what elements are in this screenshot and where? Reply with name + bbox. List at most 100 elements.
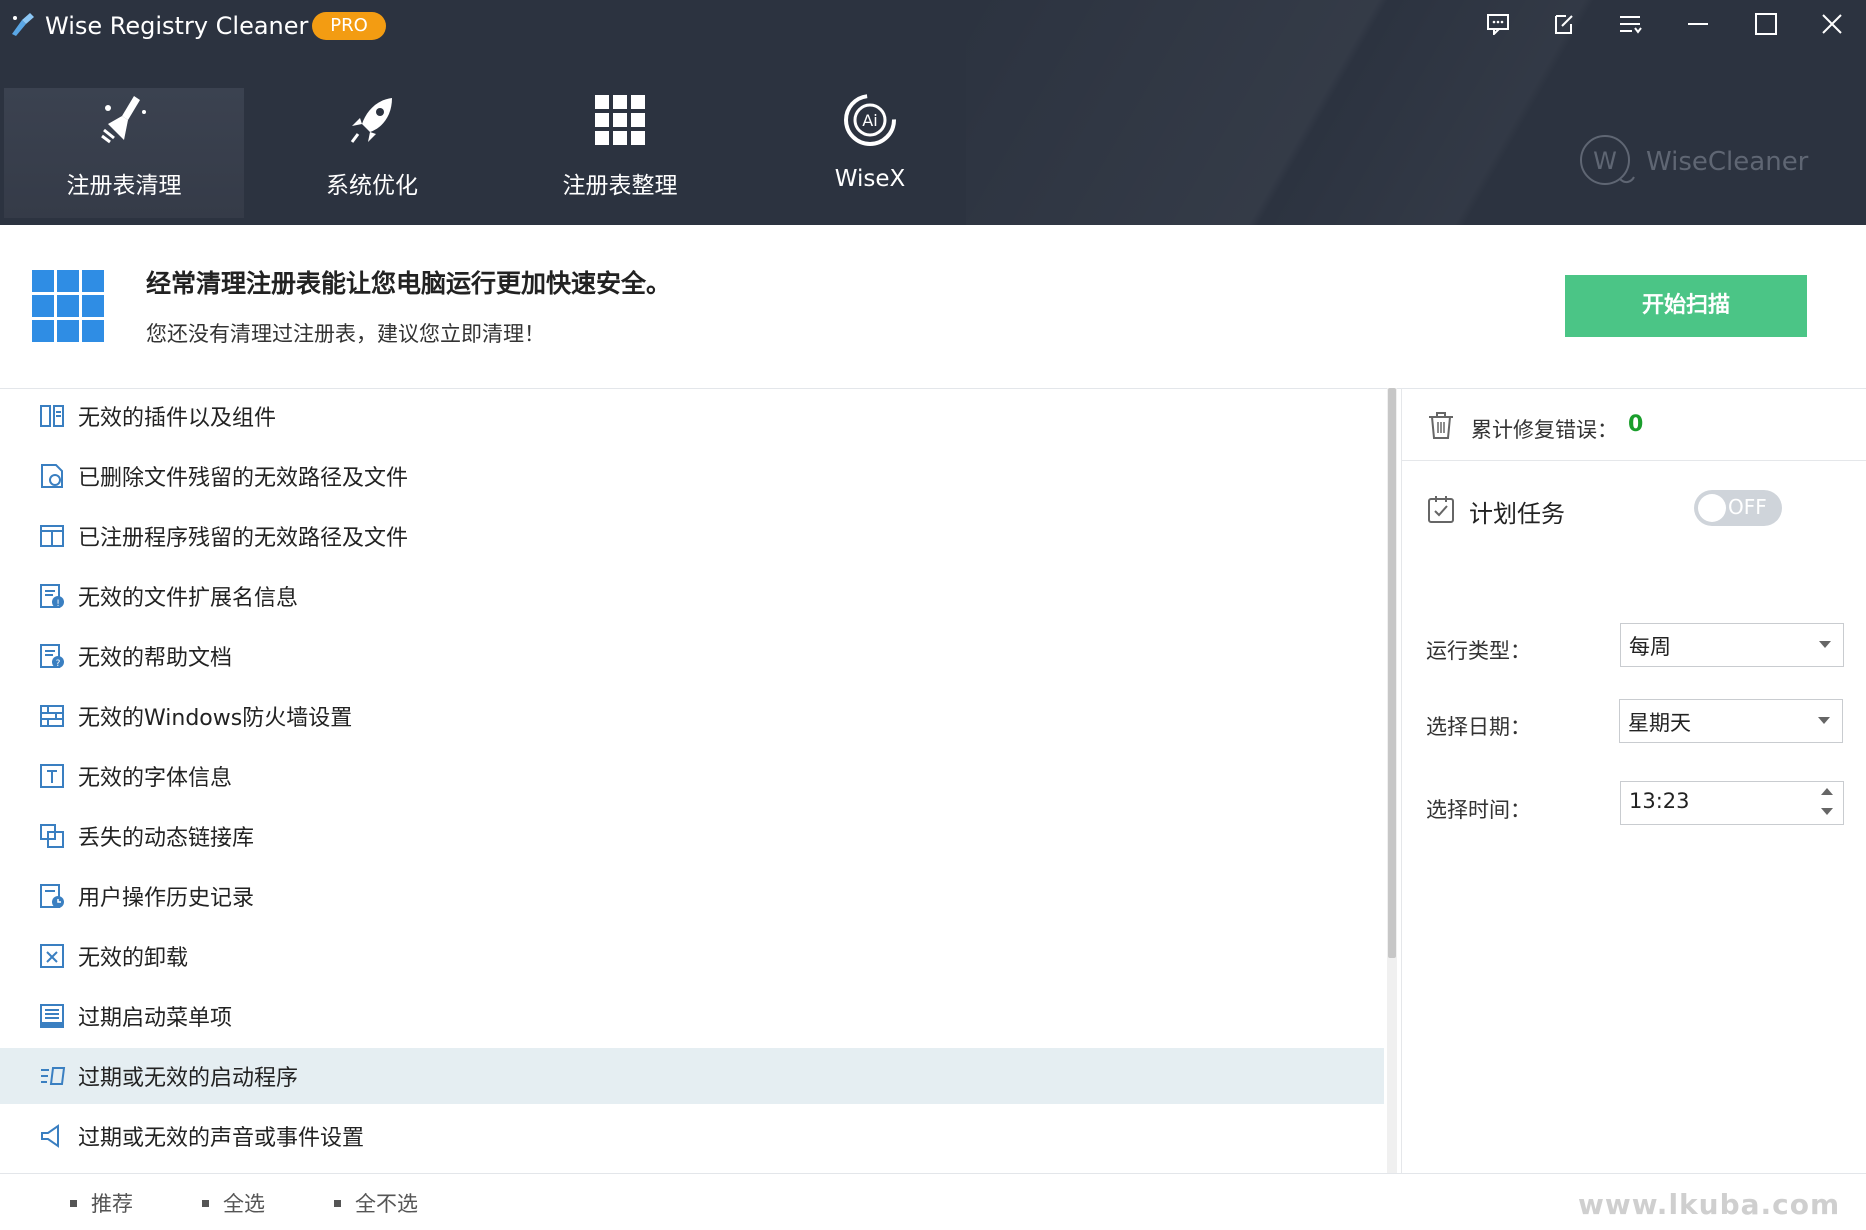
select-none-label: 全不选 <box>355 1192 418 1216</box>
list-item-label: 无效的帮助文档 <box>78 646 233 671</box>
grid-icon <box>595 95 645 145</box>
program-window-icon <box>40 525 64 547</box>
header-decoration <box>966 0 1866 225</box>
list-item[interactable]: 已删除文件残留的无效路径及文件 <box>0 448 1384 504</box>
stepper-down-icon[interactable] <box>1821 808 1833 815</box>
time-stepper[interactable]: 13:23 <box>1620 781 1844 825</box>
svg-text:Ai: Ai <box>862 111 877 130</box>
wisex-ai-icon: Ai <box>844 94 896 146</box>
select-none-link[interactable]: 全不选 <box>334 1188 418 1218</box>
plugin-icon <box>40 405 64 427</box>
svg-text:!: ! <box>56 599 60 609</box>
feedback-button[interactable] <box>1476 6 1520 42</box>
menu-button[interactable] <box>1608 6 1652 42</box>
minimize-icon <box>1688 23 1708 25</box>
schedule-toggle[interactable]: OFF <box>1694 490 1782 526</box>
select-all-label: 全选 <box>223 1192 265 1216</box>
sound-icon <box>41 1124 59 1148</box>
list-item[interactable]: 用户操作历史记录 <box>0 868 1384 924</box>
time-label: 选择时间： <box>1426 798 1531 822</box>
date-value: 星期天 <box>1628 711 1691 735</box>
tab-label: 注册表整理 <box>562 173 678 199</box>
tab-registry-cleaner[interactable]: 注册表清理 <box>4 88 244 218</box>
app-logo-icon <box>12 13 34 36</box>
scan-category-list: 无效的插件以及组件 已删除文件残留的无效路径及文件 已注册程序残留的无效路径及文… <box>0 388 1384 1172</box>
date-label: 选择日期： <box>1426 715 1531 739</box>
trash-icon <box>1429 412 1453 439</box>
chevron-down-icon <box>1819 641 1831 648</box>
close-button[interactable] <box>1810 6 1854 42</box>
rocket-icon <box>350 98 392 143</box>
panel-divider <box>1401 388 1402 1173</box>
list-item-label: 无效的卸载 <box>78 946 189 971</box>
menu-icon <box>1620 16 1642 34</box>
list-item[interactable]: 已注册程序残留的无效路径及文件 <box>0 508 1384 564</box>
select-all-link[interactable]: 全选 <box>202 1188 265 1218</box>
run-type-select[interactable]: 每周 <box>1620 623 1844 667</box>
wisecleaner-logo-icon: W <box>1580 135 1635 185</box>
toggle-state: OFF <box>1728 495 1767 519</box>
schedule-task-icon <box>1428 496 1454 523</box>
right-divider <box>1402 460 1866 461</box>
edit-icon <box>1555 15 1573 34</box>
tab-system-optimize[interactable]: 系统优化 <box>252 88 492 218</box>
tab-label: 系统优化 <box>326 173 418 199</box>
svg-text:?: ? <box>56 659 61 669</box>
bullet-icon <box>70 1199 77 1207</box>
list-item[interactable]: 无效的卸载 <box>0 928 1384 984</box>
list-item[interactable]: ? 无效的帮助文档 <box>0 628 1384 684</box>
list-item-label: 过期或无效的声音或事件设置 <box>78 1126 365 1151</box>
list-item[interactable]: 无效的插件以及组件 <box>0 388 1384 444</box>
list-item-label: 过期启动菜单项 <box>78 1006 233 1031</box>
banner-subline: 您还没有清理过注册表，建议您立即清理！ <box>146 322 545 346</box>
list-item[interactable]: ! 无效的文件扩展名信息 <box>0 568 1384 624</box>
minimize-button[interactable] <box>1676 6 1720 42</box>
recommend-label: 推荐 <box>91 1192 133 1216</box>
list-item-label: 无效的插件以及组件 <box>78 406 277 431</box>
chevron-down-icon <box>1818 717 1830 724</box>
errors-fixed-label: 累计修复错误： <box>1471 418 1618 442</box>
file-extension-icon: ! <box>40 584 64 609</box>
tab-registry-defrag[interactable]: 注册表整理 <box>500 88 740 218</box>
tab-label: WiseX <box>834 166 906 192</box>
broom-icon <box>101 96 146 144</box>
stepper-up-icon[interactable] <box>1821 788 1833 795</box>
list-item-label: 丢失的动态链接库 <box>78 826 255 851</box>
list-item[interactable]: 无效的字体信息 <box>0 748 1384 804</box>
start-menu-icon <box>40 1004 64 1028</box>
firewall-icon <box>40 705 64 727</box>
watermark: www.lkuba.com <box>1578 1188 1841 1221</box>
svg-text:W: W <box>1593 147 1617 175</box>
recommend-link[interactable]: 推荐 <box>70 1188 133 1218</box>
deleted-file-icon <box>41 464 63 488</box>
list-item[interactable]: 无效的Windows防火墙设置 <box>0 688 1384 744</box>
registry-grid-icon <box>32 270 104 342</box>
list-item-label: 无效的文件扩展名信息 <box>78 586 299 611</box>
brand-logo: W WiseCleaner <box>1578 133 1808 191</box>
scrollbar-thumb[interactable] <box>1388 388 1396 958</box>
schedule-task-label: 计划任务 <box>1469 500 1565 528</box>
list-scrollbar[interactable] <box>1387 388 1397 1178</box>
list-item[interactable]: 过期或无效的声音或事件设置 <box>0 1108 1384 1164</box>
list-item-label: 无效的Windows防火墙设置 <box>78 706 353 731</box>
dll-icon <box>40 824 64 848</box>
pro-badge: PRO <box>312 12 386 40</box>
banner-headline: 经常清理注册表能让您电脑运行更加快速安全。 <box>146 269 672 298</box>
list-item[interactable]: 过期启动菜单项 <box>0 988 1384 1044</box>
date-select[interactable]: 星期天 <box>1619 699 1843 743</box>
run-type-value: 每周 <box>1629 635 1671 659</box>
list-item[interactable]: 丢失的动态链接库 <box>0 808 1384 864</box>
errors-fixed-count: 0 <box>1628 412 1644 437</box>
list-item-label: 过期或无效的启动程序 <box>78 1066 299 1091</box>
list-item-selected[interactable]: 过期或无效的启动程序 <box>0 1048 1384 1104</box>
font-icon <box>40 764 64 788</box>
tab-wisex[interactable]: Ai WiseX <box>750 88 990 218</box>
close-icon <box>1822 14 1842 34</box>
edit-button[interactable] <box>1542 6 1586 42</box>
maximize-icon <box>1755 13 1777 35</box>
maximize-button[interactable] <box>1744 6 1788 42</box>
list-item-label: 已删除文件残留的无效路径及文件 <box>78 466 409 491</box>
uninstall-icon <box>40 944 64 968</box>
start-scan-button[interactable]: 开始扫描 <box>1565 275 1807 337</box>
list-item-label: 无效的字体信息 <box>78 766 233 791</box>
